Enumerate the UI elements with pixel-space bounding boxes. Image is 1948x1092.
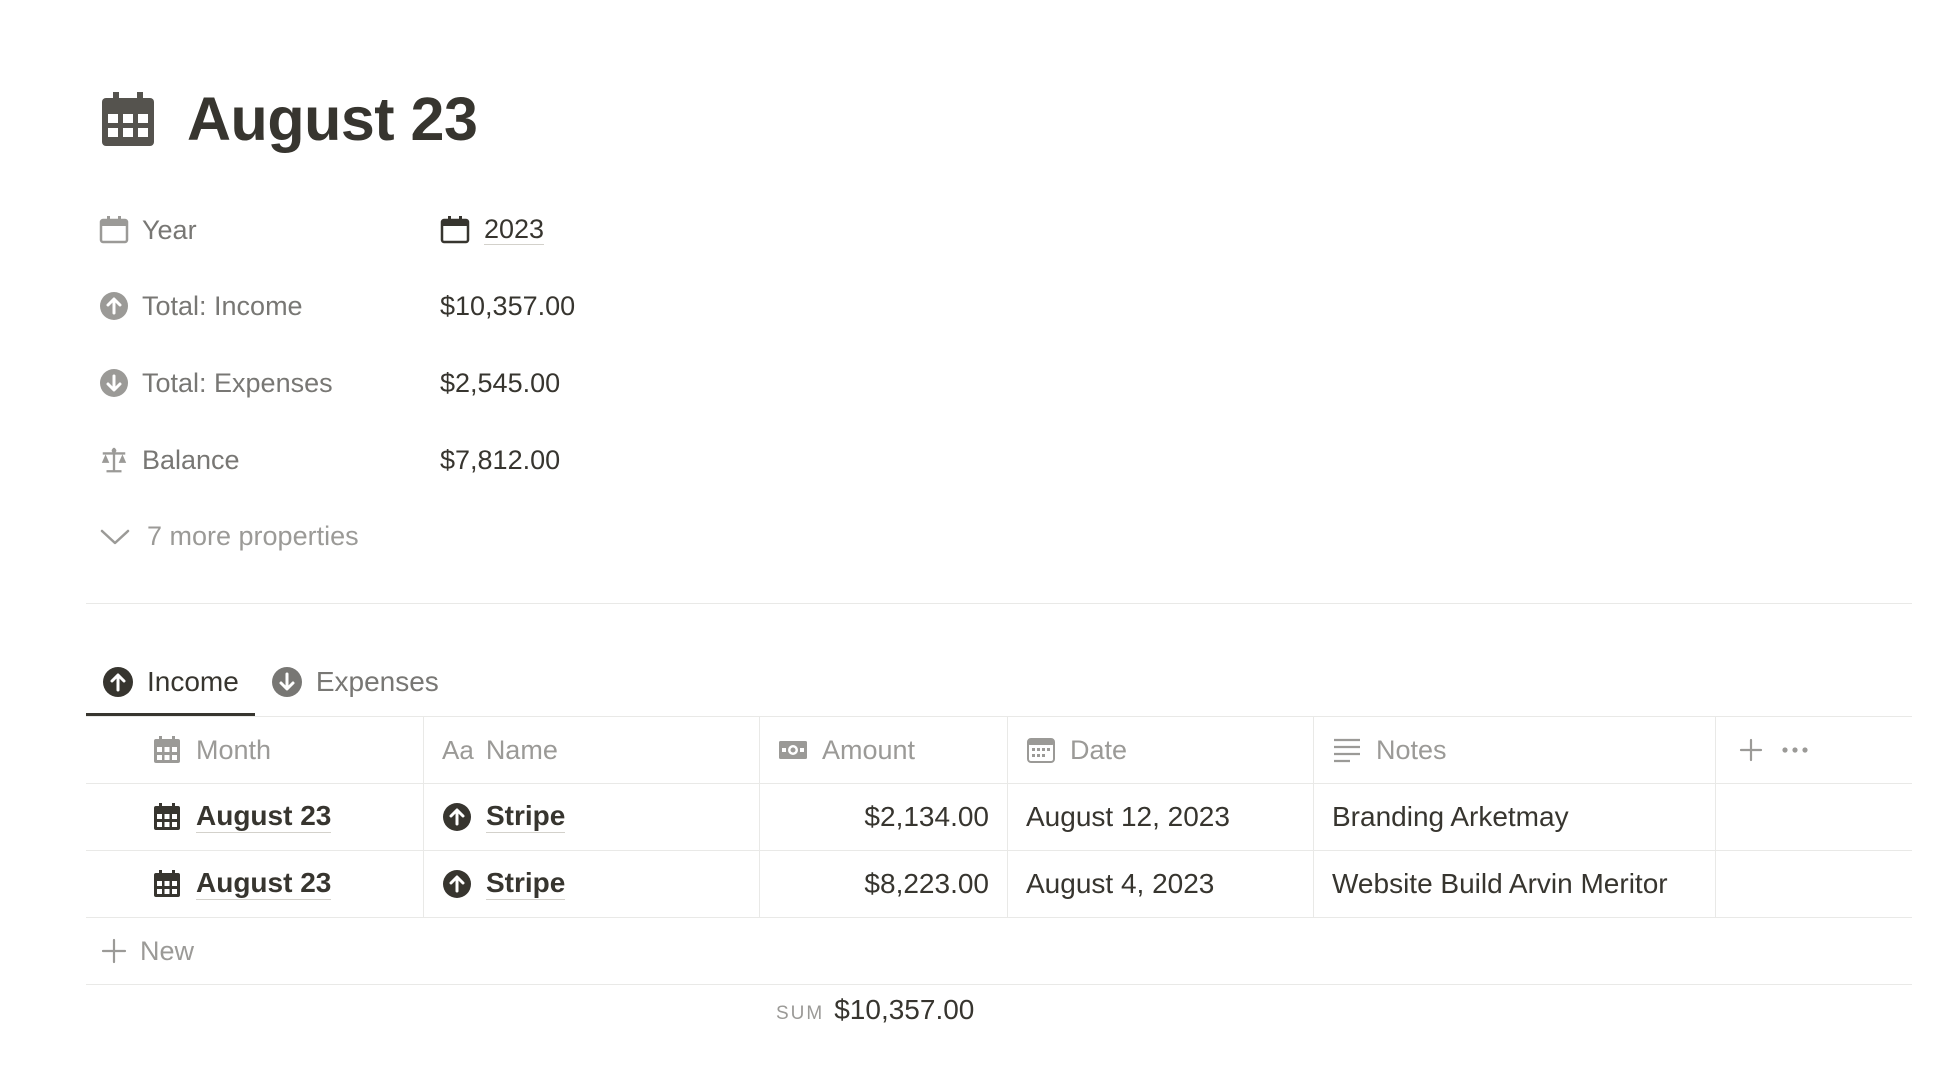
more-properties-label: 7 more properties <box>147 520 359 551</box>
name-cell[interactable]: Stripe <box>424 784 760 850</box>
column-label: Amount <box>822 734 916 765</box>
property-total-expenses[interactable]: Total: Expenses $2,545.00 <box>99 363 799 403</box>
new-row-label: New <box>140 935 195 966</box>
new-row-button[interactable]: New <box>86 918 1912 985</box>
tab-label: Expenses <box>315 666 439 697</box>
column-actions <box>1716 717 1912 783</box>
property-balance[interactable]: Balance $7,812.00 <box>99 440 799 480</box>
property-label: Total: Expenses <box>142 367 333 398</box>
arrow-up-circle-icon <box>99 291 129 321</box>
year-relation-link[interactable]: 2023 <box>484 214 545 246</box>
table-header: Month Aa Name Amount Date Notes <box>86 716 1912 784</box>
name-link[interactable]: Stripe <box>486 800 566 833</box>
column-label: Name <box>485 734 558 765</box>
date-cell[interactable]: August 4, 2023 <box>1008 851 1314 917</box>
name-cell[interactable]: Stripe <box>424 851 760 917</box>
view-tabs: Income Expenses <box>86 650 455 716</box>
page-header: August 23 <box>99 84 478 154</box>
text-lines-icon <box>1332 735 1362 765</box>
column-header-name[interactable]: Aa Name <box>424 717 760 783</box>
calendar-grid-icon <box>152 869 182 899</box>
amount-cell[interactable]: $2,134.00 <box>760 784 1008 850</box>
calendar-grid-icon <box>152 735 182 765</box>
more-horizontal-icon[interactable] <box>1780 735 1810 765</box>
scale-icon <box>99 445 129 475</box>
arrow-up-circle-icon <box>102 666 134 698</box>
divider <box>86 603 1912 604</box>
calendar-grid-icon[interactable] <box>99 90 157 148</box>
calendar-icon <box>440 215 470 245</box>
tab-label: Income <box>147 665 239 697</box>
property-label: Total: Income <box>142 290 303 321</box>
month-link[interactable]: August 23 <box>196 800 332 833</box>
chevron-down-icon <box>99 520 131 552</box>
arrow-down-circle-icon <box>99 368 129 398</box>
month-cell[interactable]: August 23 <box>86 784 424 850</box>
date-cell[interactable]: August 12, 2023 <box>1008 784 1314 850</box>
empty-cell <box>1716 784 1912 850</box>
property-value: $2,545.00 <box>440 367 561 398</box>
calendar-grid-icon <box>152 802 182 832</box>
income-table: Month Aa Name Amount Date Notes August 2… <box>86 716 1912 985</box>
name-link[interactable]: Stripe <box>486 867 566 900</box>
amount-sum[interactable]: SUM $10,357.00 <box>776 994 974 1026</box>
calendar-icon <box>99 215 129 245</box>
property-label: Balance <box>142 444 240 475</box>
table-row[interactable]: August 23 Stripe $8,223.00 August 4, 202… <box>86 851 1912 918</box>
arrow-up-circle-icon <box>442 802 472 832</box>
property-value: $10,357.00 <box>440 290 576 321</box>
calendar-icon <box>1026 735 1056 765</box>
arrow-up-circle-icon <box>442 869 472 899</box>
tab-expenses[interactable]: Expenses <box>255 650 455 714</box>
property-value: $7,812.00 <box>440 444 561 475</box>
amount-cell[interactable]: $8,223.00 <box>760 851 1008 917</box>
empty-cell <box>1716 851 1912 917</box>
property-total-income[interactable]: Total: Income $10,357.00 <box>99 286 799 326</box>
column-header-amount[interactable]: Amount <box>760 717 1008 783</box>
column-header-month[interactable]: Month <box>86 717 424 783</box>
property-label: Year <box>142 214 197 245</box>
banknote-icon <box>778 735 808 765</box>
sum-value: $10,357.00 <box>834 994 975 1025</box>
notes-cell[interactable]: Website Build Arvin Meritor <box>1314 851 1716 917</box>
month-link[interactable]: August 23 <box>196 867 332 900</box>
plus-icon[interactable] <box>1736 735 1766 765</box>
column-label: Notes <box>1376 734 1447 765</box>
tab-income[interactable]: Income <box>86 650 255 716</box>
page-title[interactable]: August 23 <box>187 84 478 154</box>
column-label: Month <box>196 734 272 765</box>
table-row[interactable]: August 23 Stripe $2,134.00 August 12, 20… <box>86 784 1912 851</box>
property-year[interactable]: Year 2023 <box>99 210 799 250</box>
plus-icon <box>100 937 128 965</box>
sum-label: SUM <box>776 1003 825 1024</box>
column-header-notes[interactable]: Notes <box>1314 717 1716 783</box>
more-properties-toggle[interactable]: 7 more properties <box>99 516 359 556</box>
arrow-down-circle-icon <box>271 666 303 698</box>
column-label: Date <box>1070 734 1128 765</box>
month-cell[interactable]: August 23 <box>86 851 424 917</box>
notes-cell[interactable]: Branding Arketmay <box>1314 784 1716 850</box>
text-type-icon: Aa <box>442 734 474 765</box>
column-header-date[interactable]: Date <box>1008 717 1314 783</box>
